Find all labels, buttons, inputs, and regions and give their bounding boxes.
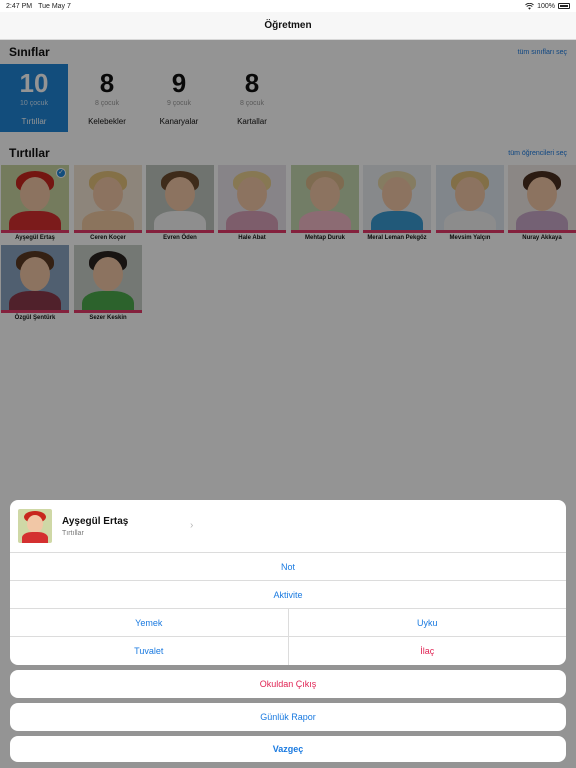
status-time: 2:47 PM <box>6 2 33 10</box>
medicine-button[interactable]: İlaç <box>287 637 567 665</box>
status-right: 100% <box>525 2 570 10</box>
selected-student-name: Ayşegül Ertaş <box>62 515 129 527</box>
toilet-button[interactable]: Tuvalet <box>10 637 288 665</box>
checkout-sheet-button: Okuldan Çıkış <box>10 670 566 698</box>
note-button[interactable]: Not <box>10 553 566 580</box>
chevron-right-icon: › <box>190 520 194 531</box>
sleep-button[interactable]: Uyku <box>287 609 567 636</box>
cancel-button[interactable]: Vazgeç <box>10 736 566 762</box>
food-button[interactable]: Yemek <box>10 609 288 636</box>
selected-student-header[interactable]: Ayşegül Ertaş Tırtıllar › <box>10 500 566 553</box>
report-sheet-button: Günlük Rapor <box>10 703 566 731</box>
wifi-icon <box>525 2 534 10</box>
nav-title: Öğretmen <box>264 20 312 31</box>
nav-bar: Öğretmen <box>0 12 576 40</box>
selected-student-class: Tırtıllar <box>62 529 84 537</box>
action-sheet: Ayşegül Ertaş Tırtıllar › Not Aktivite Y… <box>10 500 566 665</box>
battery-percent: 100% <box>537 2 555 10</box>
daily-report-button[interactable]: Günlük Rapor <box>10 703 566 731</box>
student-avatar <box>18 509 52 543</box>
battery-icon <box>558 3 570 9</box>
checkout-button[interactable]: Okuldan Çıkış <box>10 670 566 698</box>
status-bar: 2:47 PM Tue May 7 100% <box>0 0 576 12</box>
status-date: Tue May 7 <box>38 2 71 10</box>
activity-button[interactable]: Aktivite <box>10 581 566 608</box>
cancel-sheet-button: Vazgeç <box>10 736 566 762</box>
